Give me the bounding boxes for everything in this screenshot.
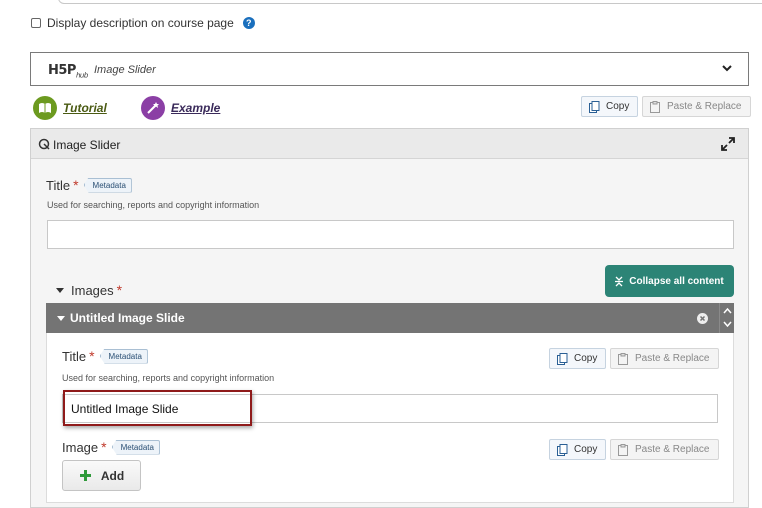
image-copy-button[interactable]: Copy <box>549 439 607 460</box>
caret-down-icon[interactable] <box>57 316 65 321</box>
metadata-button[interactable]: Metadata <box>99 348 148 364</box>
highlight-box <box>63 390 252 426</box>
slide-title-description: Used for searching, reports and copyrigh… <box>62 373 275 383</box>
required-marker: * <box>116 282 123 298</box>
editor-title: Image Slider <box>53 138 121 152</box>
add-label: Add <box>100 468 125 483</box>
required-marker: * <box>89 348 95 364</box>
reorder-controls <box>719 303 734 333</box>
image-slider-icon <box>38 138 50 150</box>
move-up-icon[interactable] <box>723 308 732 314</box>
paste-replace-button[interactable]: Paste & Replace <box>642 96 751 117</box>
add-image-button[interactable]: Add <box>62 460 141 491</box>
hub-logo-sub: hub <box>75 71 88 80</box>
paste-label: Paste & Replace <box>667 101 742 112</box>
move-down-icon[interactable] <box>723 321 732 327</box>
paste-label: Paste & Replace <box>635 353 710 364</box>
slide-title-paste-button[interactable]: Paste & Replace <box>610 348 719 369</box>
collapse-all-button[interactable]: Collapse all content <box>605 265 734 297</box>
copy-label: Copy <box>574 353 598 364</box>
example-link[interactable]: Example <box>171 101 220 115</box>
caret-down-icon[interactable] <box>56 287 64 293</box>
hub-logo-main: H5P <box>48 63 76 78</box>
paste-icon <box>618 443 628 456</box>
display-description-checkbox[interactable] <box>31 18 41 28</box>
paste-icon <box>650 100 660 113</box>
editor-header: Image Slider <box>31 129 748 159</box>
images-label-row[interactable]: Images * <box>56 282 122 298</box>
display-description-label[interactable]: Display description on course page <box>47 16 234 30</box>
content-type-selector[interactable]: H5Phub Image Slider <box>30 52 749 86</box>
copy-icon <box>557 352 568 365</box>
images-label: Images <box>71 282 114 298</box>
title-label: Title <box>46 177 71 193</box>
chevron-down-icon[interactable] <box>720 61 734 75</box>
slide-title-label-row: Title * Metadata <box>62 348 148 364</box>
required-marker: * <box>101 439 107 455</box>
copy-label: Copy <box>574 444 598 455</box>
copy-button[interactable]: Copy <box>581 96 639 117</box>
tutorial-link[interactable]: Tutorial <box>63 101 107 115</box>
slide-title-label: Title <box>62 348 87 364</box>
slide-title-copy-button[interactable]: Copy <box>549 348 607 369</box>
remove-icon[interactable] <box>697 313 708 324</box>
copy-icon <box>589 100 600 113</box>
title-field-label-row: Title * Metadata <box>46 177 132 193</box>
display-description-row[interactable]: Display description on course page ? <box>31 16 255 30</box>
tutorial-icon[interactable] <box>33 96 57 120</box>
copy-label: Copy <box>606 101 630 112</box>
previous-field-box <box>58 0 762 4</box>
title-input[interactable] <box>47 220 734 249</box>
slide-header[interactable]: Untitled Image Slide <box>46 303 734 333</box>
image-paste-button[interactable]: Paste & Replace <box>610 439 719 460</box>
collapse-icon <box>615 276 624 286</box>
required-marker: * <box>73 177 79 193</box>
fullscreen-icon[interactable] <box>721 137 735 151</box>
plus-icon <box>79 470 91 481</box>
slide-title: Untitled Image Slide <box>70 311 185 325</box>
metadata-button[interactable]: Metadata <box>111 439 160 455</box>
collapse-all-label: Collapse all content <box>629 275 724 287</box>
selected-content-type: Image Slider <box>94 64 156 76</box>
h5p-hub-logo: H5Phub <box>48 63 88 80</box>
title-description: Used for searching, reports and copyrigh… <box>47 200 260 210</box>
image-label: Image <box>62 439 99 455</box>
copy-icon <box>557 443 568 456</box>
image-label-row: Image * Metadata <box>62 439 160 455</box>
paste-icon <box>618 352 628 365</box>
help-icon[interactable]: ? <box>242 17 255 29</box>
paste-label: Paste & Replace <box>635 444 710 455</box>
example-icon[interactable] <box>141 96 165 120</box>
metadata-button[interactable]: Metadata <box>83 177 132 193</box>
